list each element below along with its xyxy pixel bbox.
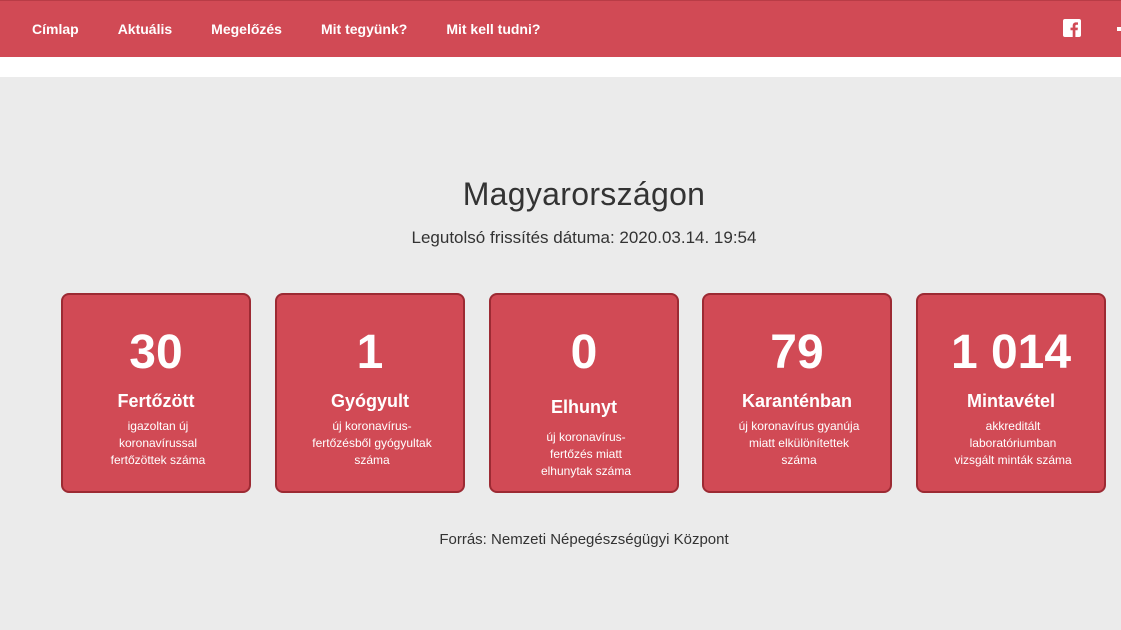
last-updated-text: Legutolsó frissítés dátuma: 2020.03.14. … (411, 228, 757, 247)
stat-description: új koronavírus gyanúja miatt elkülönítet… (738, 419, 860, 467)
nav-link-mit-tegyunk[interactable]: Mit tegyünk? (321, 21, 407, 37)
stat-card-recovered: 1 Gyógyult új koronavírus-fertőzésből gy… (275, 293, 465, 493)
stat-description: igazoltan új koronavírussal fertőzöttek … (110, 419, 206, 467)
stat-value: 1 (356, 326, 384, 379)
nav-link-megelozes[interactable]: Megelőzés (211, 21, 282, 37)
stat-label: Mintavétel (966, 391, 1056, 411)
stat-label: Karanténban (741, 391, 853, 411)
nav-menu: Címlap Aktuális Megelőzés Mit tegyünk? M… (32, 1, 579, 57)
facebook-icon[interactable] (1063, 19, 1081, 37)
stat-label: Elhunyt (551, 397, 617, 417)
stat-description: új koronavírus-fertőzés miatt elhunytak … (540, 430, 632, 478)
stat-description: új koronavírus-fertőzésből gyógyultak sz… (312, 419, 432, 467)
top-navbar: Címlap Aktuális Megelőzés Mit tegyünk? M… (0, 0, 1121, 57)
stat-value: 30 (129, 326, 183, 379)
stat-description: akkreditált laboratóriumban vizsgált min… (954, 419, 1072, 467)
nav-link-cimlap[interactable]: Címlap (32, 21, 79, 37)
stat-value: 79 (770, 326, 824, 379)
stat-value: 0 (570, 326, 598, 379)
stat-value: 1 014 (950, 326, 1072, 379)
stat-card-infected: 30 Fertőzött igazoltan új koronavírussal… (61, 293, 251, 493)
nav-link-mit-kell-tudni[interactable]: Mit kell tudni? (446, 21, 540, 37)
stat-card-quarantined: 79 Karanténban új koronavírus gyanúja mi… (702, 293, 892, 493)
header-divider-strip (0, 57, 1121, 77)
stat-label: Gyógyult (330, 391, 409, 411)
page-title: Magyarországon (462, 176, 706, 212)
stat-card-samples: 1 014 Mintavétel akkreditált laboratóriu… (916, 293, 1106, 493)
nav-link-aktualis[interactable]: Aktuális (118, 21, 172, 37)
cut-off-icon (1117, 27, 1121, 31)
stat-card-deceased: 0 Elhunyt új koronavírus-fertőzés miatt … (489, 293, 679, 493)
source-note: Forrás: Nemzeti Népegészségügyi Központ (439, 531, 729, 548)
stat-label: Fertőzött (117, 391, 195, 411)
